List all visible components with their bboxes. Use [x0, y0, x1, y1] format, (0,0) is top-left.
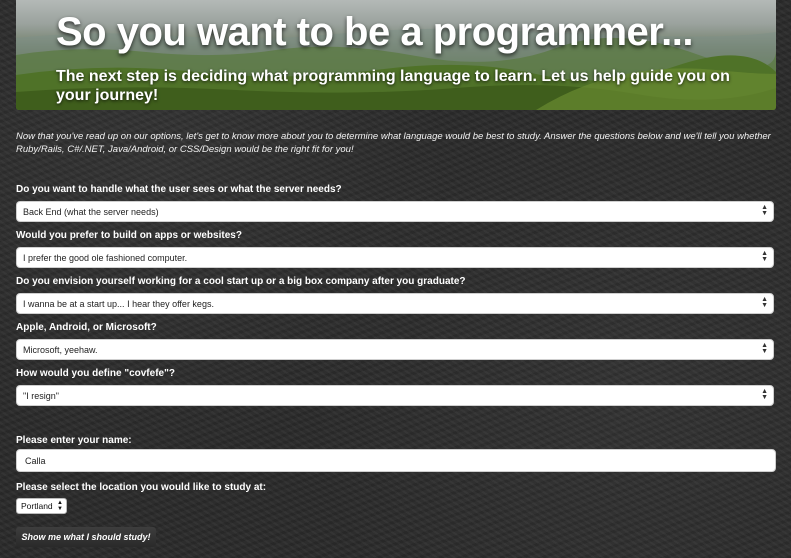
name-input[interactable]: Calla [16, 449, 776, 472]
question-4-value: Microsoft, yeehaw. [23, 345, 98, 355]
select-arrows-icon: ▲ ▼ [761, 250, 768, 263]
question-3-label: Do you envision yourself working for a c… [16, 276, 466, 287]
question-2-select[interactable]: I prefer the good ole fashioned computer… [16, 247, 774, 268]
select-arrows-icon: ▲ ▼ [761, 388, 768, 401]
question-5-select[interactable]: "I resign" ▲ ▼ [16, 385, 774, 406]
select-arrows-icon: ▲ ▼ [761, 342, 768, 355]
question-3-select[interactable]: I wanna be at a start up... I hear they … [16, 293, 774, 314]
page-title: So you want to be a programmer... [56, 10, 693, 54]
submit-button[interactable]: Show me what I should study! [16, 527, 156, 547]
page-subtitle: The next step is deciding what programmi… [56, 68, 730, 104]
location-label: Please select the location you would lik… [16, 482, 267, 493]
select-arrows-icon: ▲ ▼ [761, 296, 768, 309]
question-2-label: Would you prefer to build on apps or web… [16, 230, 242, 241]
name-label: Please enter your name: [16, 435, 132, 446]
question-1-select[interactable]: Back End (what the server needs) ▲ ▼ [16, 201, 774, 222]
intro-text: Now that you've read up on our options, … [16, 131, 771, 155]
question-5-value: "I resign" [23, 391, 59, 401]
question-5-label: How would you define "covfefe"? [16, 368, 175, 379]
location-value: Portland [21, 501, 53, 511]
question-1-label: Do you want to handle what the user sees… [16, 184, 342, 195]
select-arrows-icon: ▲ ▼ [761, 204, 768, 217]
question-3-value: I wanna be at a start up... I hear they … [23, 299, 214, 309]
name-input-value: Calla [25, 456, 46, 466]
select-arrows-icon: ▲ ▼ [57, 500, 63, 512]
question-4-select[interactable]: Microsoft, yeehaw. ▲ ▼ [16, 339, 774, 360]
location-select[interactable]: Portland ▲ ▼ [16, 498, 67, 514]
question-2-value: I prefer the good ole fashioned computer… [23, 253, 188, 263]
question-4-label: Apple, Android, or Microsoft? [16, 322, 157, 333]
question-1-value: Back End (what the server needs) [23, 207, 159, 217]
hero-banner: So you want to be a programmer... The ne… [16, 0, 776, 110]
